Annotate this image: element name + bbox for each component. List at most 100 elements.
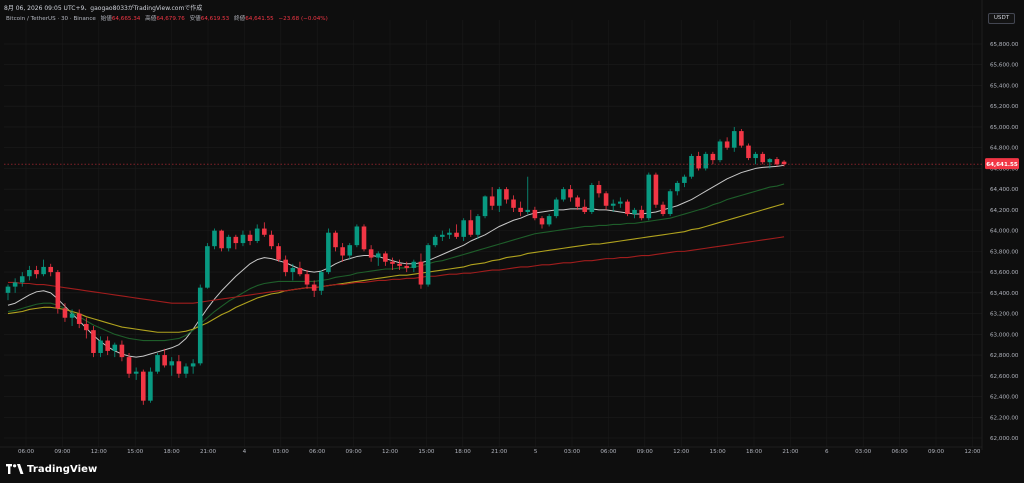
candle-body bbox=[333, 232, 338, 248]
candle-down bbox=[176, 355, 182, 378]
candle-down bbox=[532, 206, 538, 221]
candle-body bbox=[119, 344, 125, 358]
tradingview-logo[interactable]: TradingView bbox=[6, 462, 97, 476]
time-tick-label: 06:00 bbox=[309, 449, 326, 455]
time-tick-label: 06:00 bbox=[18, 449, 35, 455]
candle-down bbox=[639, 205, 644, 221]
candle-down bbox=[162, 348, 167, 368]
candle-down bbox=[219, 229, 224, 252]
candle-body bbox=[84, 323, 89, 331]
price-tick-label: 64,000.00 bbox=[990, 229, 1019, 235]
candle-body bbox=[140, 371, 146, 401]
candle-body bbox=[27, 270, 32, 277]
candle-body bbox=[489, 196, 495, 206]
moving-average-layer bbox=[7, 164, 785, 358]
candle-body bbox=[304, 274, 310, 285]
candle-down bbox=[105, 336, 110, 356]
candle-body bbox=[646, 174, 652, 219]
candle-down bbox=[276, 243, 281, 262]
candle-up bbox=[254, 224, 260, 244]
time-tick-label: 06:00 bbox=[600, 449, 617, 455]
candle-up bbox=[475, 214, 481, 239]
candle-body bbox=[411, 261, 417, 268]
last-price-tag-label: 64,641.55 bbox=[986, 162, 1018, 168]
candle-body bbox=[504, 189, 509, 200]
candle-body bbox=[724, 141, 730, 148]
candle-down bbox=[454, 224, 459, 239]
candle-up bbox=[19, 272, 25, 287]
candle-body bbox=[568, 189, 573, 198]
candle-down bbox=[269, 230, 274, 250]
price-tick-label: 62,400.00 bbox=[990, 395, 1019, 401]
candle-body bbox=[511, 199, 516, 208]
candle-body bbox=[276, 246, 281, 260]
candle-body bbox=[183, 366, 189, 374]
candle-body bbox=[240, 234, 246, 244]
candle-up bbox=[717, 139, 723, 163]
candle-body bbox=[582, 206, 588, 212]
candle-body bbox=[390, 261, 395, 264]
price-chart[interactable]: 62,000.00 62,200.00 62,400.00 62,600.00 62,8… bbox=[0, 0, 1024, 483]
candle-body bbox=[447, 232, 452, 235]
candle-down bbox=[333, 230, 338, 252]
candle-down bbox=[418, 253, 424, 289]
chart-root: 8月 06, 2026 09:05 UTC+9、gaogao8033がTradi… bbox=[0, 0, 1024, 483]
candle-body bbox=[703, 153, 709, 169]
candle-up bbox=[169, 357, 175, 376]
candle-up bbox=[318, 270, 324, 295]
time-tick-label: 09:00 bbox=[54, 449, 71, 455]
candle-down bbox=[696, 151, 701, 171]
candle-down bbox=[34, 265, 39, 279]
candle-up bbox=[482, 195, 488, 219]
candle-up bbox=[496, 187, 502, 212]
time-tick-label: 12:00 bbox=[673, 449, 690, 455]
candle-body bbox=[133, 371, 139, 374]
price-tick-label: 62,000.00 bbox=[990, 436, 1019, 442]
candle-body bbox=[176, 361, 182, 374]
candle-up bbox=[682, 174, 687, 188]
candle-down bbox=[383, 251, 388, 266]
candle-down bbox=[603, 191, 609, 210]
time-tick-label: 21:00 bbox=[200, 449, 217, 455]
candle-body bbox=[19, 276, 25, 283]
candle-body bbox=[440, 234, 445, 237]
time-tick-label: 09:00 bbox=[637, 449, 654, 455]
candle-down bbox=[582, 199, 588, 215]
time-tick-label: 15:00 bbox=[127, 449, 144, 455]
candle-down bbox=[575, 195, 580, 210]
candle-body bbox=[347, 245, 353, 256]
price-axis: 62,000.00 62,200.00 62,400.00 62,600.00 62,8… bbox=[981, 0, 1019, 450]
candle-down bbox=[746, 143, 751, 161]
candle-up bbox=[425, 243, 431, 287]
candle-down bbox=[262, 222, 267, 237]
candle-down bbox=[511, 195, 516, 212]
candle-body bbox=[55, 272, 61, 309]
candle-down bbox=[283, 255, 288, 277]
candle-down bbox=[504, 187, 509, 204]
candle-body bbox=[774, 159, 780, 165]
candle-up bbox=[546, 214, 552, 227]
candle-body bbox=[553, 199, 559, 217]
time-tick-label: 09:00 bbox=[346, 449, 363, 455]
candle-body bbox=[610, 203, 616, 206]
candle-up bbox=[354, 224, 360, 248]
candle-up bbox=[205, 243, 210, 289]
candle-body bbox=[197, 287, 203, 364]
candle-down bbox=[247, 230, 253, 246]
price-tick-label: 65,400.00 bbox=[990, 83, 1019, 89]
candle-body bbox=[290, 267, 296, 273]
candle-body bbox=[190, 363, 196, 367]
candle-body bbox=[254, 228, 260, 241]
candle-body bbox=[454, 232, 459, 237]
candle-body bbox=[731, 131, 737, 148]
candle-body bbox=[297, 267, 303, 275]
candle-body bbox=[219, 230, 224, 249]
time-tick-label: 5 bbox=[534, 449, 538, 455]
candle-body bbox=[262, 228, 267, 235]
price-tick-label: 63,800.00 bbox=[990, 249, 1019, 255]
candle-up bbox=[561, 187, 566, 202]
candle-body bbox=[432, 236, 438, 246]
price-tick-label: 63,400.00 bbox=[990, 291, 1019, 297]
candle-body bbox=[247, 234, 253, 241]
candle-down bbox=[739, 129, 744, 148]
